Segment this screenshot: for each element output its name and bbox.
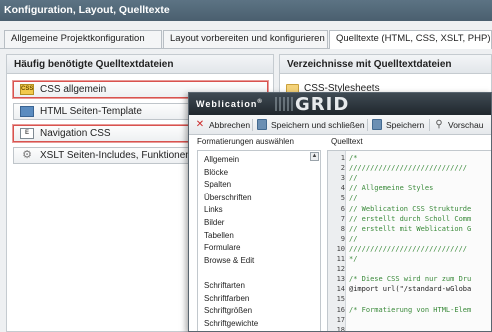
code-line: // Allgemeine Styles	[349, 184, 434, 193]
xslt-file-icon: ⚙	[22, 149, 32, 161]
line-number: 9	[340, 234, 345, 243]
line-number: 17	[336, 315, 345, 324]
toolbar-separator	[429, 119, 430, 131]
tab-general-config[interactable]: Allgemeine Projektkonfiguration	[4, 30, 162, 48]
line-number: 8	[340, 224, 345, 233]
line-number: 2	[340, 164, 345, 173]
code-line: /* Formatierung von HTML-Elem	[349, 305, 472, 314]
directories-title: Verzeichnisse mit Quelltextdateien	[280, 55, 491, 74]
weblication-logo: Weblication®	[196, 99, 263, 109]
format-item[interactable]: Browse & Edit	[204, 256, 254, 265]
save-button[interactable]: Speichern	[372, 118, 424, 132]
format-item[interactable]: Blöcke	[204, 168, 228, 177]
format-item[interactable]: Allgemein	[204, 155, 239, 164]
tab-layout[interactable]: Layout vorbereiten und konfigurieren	[163, 30, 328, 48]
scroll-up-arrow-icon[interactable]: ▲	[310, 152, 319, 161]
code-line: //	[349, 234, 358, 243]
code-line: ////////////////////////////	[349, 164, 468, 173]
line-number: 6	[340, 204, 345, 213]
line-number: 13	[336, 275, 345, 284]
format-item[interactable]: Formulare	[204, 243, 240, 252]
source-editor-dialog: Weblication® GRID ✕ Abbrechen Speichern …	[188, 92, 492, 332]
line-number: 5	[340, 194, 345, 203]
format-item[interactable]: Schriftgrößen	[204, 306, 252, 315]
code-line: //	[349, 174, 358, 183]
format-item[interactable]: Überschriften	[204, 193, 252, 202]
format-item[interactable]: Bilder	[204, 218, 224, 227]
css-file-icon: CSS	[20, 84, 34, 95]
source-code-editor[interactable]: 1 2 3 4 5 6 7 8 9 10 11 12 13 14 15 16 17 18 /*//////////…	[327, 150, 491, 332]
line-number: 10	[336, 244, 345, 253]
cancel-button[interactable]: ✕ Abbrechen	[195, 118, 250, 132]
brand-stripes-icon	[275, 97, 293, 111]
save-and-close-button[interactable]: Speichern und schließen	[257, 118, 365, 132]
tab-bar: Allgemeine Projektkonfiguration Layout v…	[0, 21, 492, 49]
preview-button[interactable]: ⚲ Vorschau	[434, 118, 483, 132]
file-label: XSLT Seiten-Includes, Funktionen	[40, 150, 191, 161]
save-icon	[257, 119, 267, 130]
code-line: // erstellt mit Weblication G	[349, 224, 472, 233]
code-line: /*	[349, 154, 358, 162]
window-title: Konfiguration, Layout, Quelltexte	[0, 0, 492, 21]
line-number: 7	[340, 214, 345, 223]
line-number-gutter: 1 2 3 4 5 6 7 8 9 10 11 12 13 14 15 16 17 18	[328, 151, 346, 332]
frequent-files-title: Häufig benötigte Quelltextdateien	[7, 55, 273, 74]
magnifier-icon: ⚲	[435, 119, 443, 130]
line-number: 1	[340, 154, 345, 162]
line-number: 16	[336, 305, 345, 314]
html-file-icon	[20, 106, 34, 117]
code-line: //	[349, 194, 358, 203]
close-icon: ✕	[195, 119, 205, 130]
code-line: // erstellt durch Scholl Comm	[349, 214, 472, 223]
source-label: Quelltext	[331, 137, 363, 146]
file-label: HTML Seiten-Template	[40, 106, 142, 117]
toolbar-separator	[367, 119, 368, 131]
grid-logo: GRID	[295, 94, 350, 115]
file-label: Navigation CSS	[40, 128, 111, 139]
formats-list[interactable]: ▲ Allgemein Blöcke Spalten Überschriften Lin…	[197, 150, 321, 331]
code-line: ////////////////////////////	[349, 244, 468, 253]
line-number: 15	[336, 295, 345, 304]
line-number: 14	[336, 285, 345, 294]
format-item[interactable]: Schriftgewichte	[204, 319, 258, 328]
line-number: 18	[336, 325, 345, 332]
line-number: 12	[336, 265, 345, 274]
file-label: CSS allgemein	[40, 84, 107, 95]
code-line: /* Diese CSS wird nur zum Dru	[349, 275, 472, 284]
toolbar-separator	[252, 119, 253, 131]
format-item[interactable]: Tabellen	[204, 231, 234, 240]
code-line: */	[349, 255, 358, 263]
line-number: 11	[336, 255, 345, 263]
dialog-toolbar: ✕ Abbrechen Speichern und schließen Spei…	[189, 115, 491, 135]
formats-label: Formatierungen auswählen	[197, 137, 294, 146]
format-item[interactable]: Schriftarten	[204, 281, 245, 290]
line-number: 4	[340, 184, 345, 193]
line-number: 3	[340, 174, 345, 183]
dialog-brand-bar: Weblication® GRID	[189, 93, 491, 115]
format-item[interactable]: Links	[204, 205, 223, 214]
format-item[interactable]: Schriftfarben	[204, 294, 249, 303]
code-line: @import url("/standard-wGloba	[349, 285, 472, 294]
dialog-section-labels: Formatierungen auswählen Quelltext	[189, 135, 491, 149]
tab-source-files[interactable]: Quelltexte (HTML, CSS, XSLT, PHP) a	[329, 30, 492, 49]
format-item[interactable]: Spalten	[204, 180, 231, 189]
save-icon	[372, 119, 382, 130]
code-line: // Weblication CSS Strukturde	[349, 204, 472, 213]
document-icon: E	[20, 128, 34, 139]
